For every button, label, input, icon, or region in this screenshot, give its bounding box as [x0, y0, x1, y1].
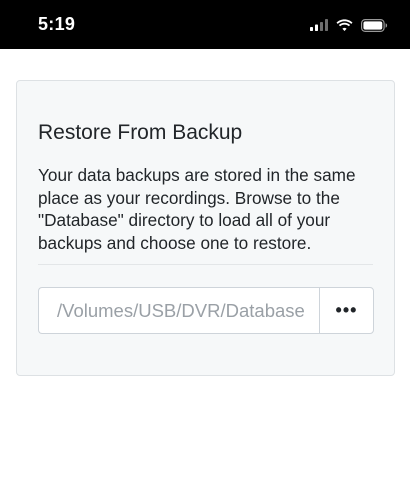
battery-icon [361, 18, 388, 32]
status-icons [310, 16, 388, 34]
database-path-input[interactable] [38, 287, 319, 334]
card-title: Restore From Backup [38, 121, 243, 144]
browse-button[interactable]: ••• [319, 287, 374, 334]
cellular-signal-icon [310, 19, 328, 31]
restore-card: Restore From Backup Your data backups ar… [16, 80, 395, 376]
status-bar: 5:19 [0, 0, 410, 49]
status-time: 5:19 [38, 14, 76, 34]
divider [38, 264, 373, 265]
path-input-group: ••• [38, 287, 374, 334]
card-description: Your data backups are stored in the same… [38, 165, 356, 253]
wifi-icon [336, 18, 353, 32]
